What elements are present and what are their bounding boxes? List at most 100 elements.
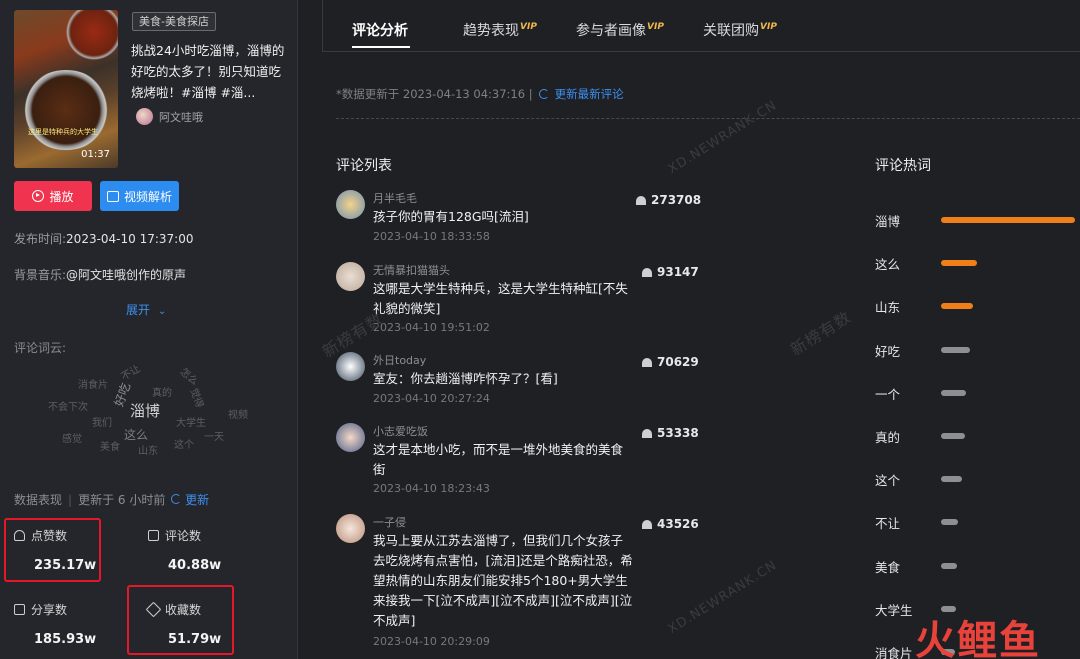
refresh-comments-link[interactable]: 更新最新评论 <box>555 86 624 102</box>
comment-list-title: 评论列表 <box>336 158 392 174</box>
category-tag: 美食-美食探店 <box>132 12 216 31</box>
hot-words-title: 评论热词 <box>875 158 931 174</box>
expand-toggle[interactable]: 展开 ⌄ <box>126 301 166 318</box>
avatar <box>336 190 365 219</box>
chevron-down-icon: ⌄ <box>157 306 167 317</box>
refresh-icon <box>538 89 549 99</box>
heart-icon <box>642 519 652 529</box>
comment-user[interactable]: 无情暴扣猫猫头 <box>373 262 450 278</box>
refresh-label: 更新 <box>185 493 210 507</box>
word-cloud: 不让 怎么 消食片 好吃 真的 不会下次 淄博 觉得 大学生 视频 我们 这么 … <box>40 360 260 460</box>
video-analyze-button[interactable]: 视频解析 <box>100 181 179 211</box>
hot-word: 美食 <box>875 559 901 575</box>
comment-text: 这哪是大学生特种兵，这是大学生特种缸[不失礼貌的微笑] <box>373 281 628 316</box>
thumbnail-caption: 这里是特种兵的大学生 <box>28 128 98 136</box>
tab-bar <box>322 0 1080 52</box>
author-name: 阿文哇哦 <box>159 110 203 124</box>
hot-word-bar <box>941 562 957 569</box>
avatar <box>336 262 365 291</box>
publish-time: 发布时间:2023-04-10 17:37:00 <box>14 230 194 247</box>
shares-stat: 分享数 185.93w <box>14 601 114 647</box>
background-music: 背景音乐:@阿文哇哦创作的原声 <box>14 266 186 283</box>
cloud-word: 大学生 <box>176 418 206 429</box>
hot-word-bar <box>941 217 1075 223</box>
video-title[interactable]: 挑战24小时吃淄博，淄博的好吃的太多了！别只知道吃烧烤啦！#淄博 #淄... <box>131 40 287 103</box>
publish-label: 发布时间: <box>14 232 67 246</box>
comment-likes: 70629 <box>642 355 699 369</box>
cloud-word: 视频 <box>228 410 248 421</box>
heart-icon <box>636 195 646 205</box>
video-info-panel: 这里是特种兵的大学生 01:37 美食-美食探店 挑战24小时吃淄博，淄博的好吃… <box>0 0 298 659</box>
tab-trend[interactable]: 趋势表现VIP <box>463 20 537 40</box>
avatar <box>336 423 365 452</box>
comment-time: 2023-04-10 20:27:24 <box>373 392 490 405</box>
food-plate-image <box>62 10 118 60</box>
tab-audience[interactable]: 参与者画像VIP <box>576 20 664 40</box>
divider: | <box>68 492 73 507</box>
wordcloud-label: 评论词云: <box>14 341 67 355</box>
refresh-icon <box>171 494 182 504</box>
comment-icon <box>148 530 159 541</box>
stats-title: 数据表现 <box>14 493 63 507</box>
watermark: XD.NEWRANK.CN <box>665 97 780 178</box>
hot-word-bar <box>941 346 970 353</box>
hot-word: 不让 <box>875 516 901 532</box>
comments-label: 评论数 <box>165 529 202 543</box>
comment-user[interactable]: 月半毛毛 <box>373 190 417 206</box>
heart-icon <box>642 357 652 367</box>
likes-count: 93147 <box>657 265 699 279</box>
comments-stat: 评论数 40.88w <box>148 527 248 573</box>
cloud-word: 怎么 <box>177 366 200 388</box>
comment-likes: 273708 <box>636 193 701 207</box>
cloud-word: 觉得 <box>187 386 205 410</box>
update-time: *数据更新于 2023-04-13 04:37:16 | <box>336 87 533 101</box>
likes-count: 43526 <box>657 517 699 531</box>
tab-comment-analysis[interactable]: 评论分析 <box>352 20 408 40</box>
tab-label: 参与者画像 <box>576 23 646 39</box>
analyze-label: 视频解析 <box>123 189 172 204</box>
comments-value: 40.88w <box>168 558 222 573</box>
tab-label: 趋势表现 <box>463 23 519 39</box>
music-label: 背景音乐: <box>14 268 67 282</box>
video-thumbnail[interactable]: 这里是特种兵的大学生 01:37 <box>14 10 118 168</box>
hot-word: 消食片 <box>875 646 913 659</box>
hot-word: 这个 <box>875 473 901 489</box>
hot-word: 好吃 <box>875 343 901 359</box>
vip-badge: VIP <box>647 22 664 33</box>
hot-word-bar <box>941 433 965 439</box>
publish-value: 2023-04-10 17:37:00 <box>66 232 194 246</box>
comment-user[interactable]: 小志爱吃饭 <box>373 423 428 439</box>
cloud-word: 感觉 <box>62 434 82 445</box>
hot-word: 淄博 <box>875 214 901 229</box>
video-duration: 01:37 <box>81 149 110 160</box>
comment-likes: 53338 <box>642 426 699 440</box>
comment-text: 我马上要从江苏去淄博了，但我们几个女孩子去吃烧烤有点害怕，[流泪]还是个路痴社恐… <box>373 533 633 628</box>
cloud-word: 消食片 <box>78 380 108 391</box>
comment-user[interactable]: 一子侵 <box>373 514 406 530</box>
hot-word-bar <box>941 303 973 310</box>
comment-text: 室友：你去趟淄博咋怀孕了？[看] <box>373 371 558 386</box>
author[interactable]: 阿文哇哦 <box>136 108 203 125</box>
heart-icon <box>642 428 652 438</box>
hot-word: 山东 <box>875 300 901 316</box>
comment-time: 2023-04-10 19:51:02 <box>373 321 490 334</box>
stats-updated: 更新于 6 小时前 <box>78 493 166 507</box>
watermark: 新榜有数 <box>786 307 855 360</box>
image-icon <box>106 190 119 202</box>
hot-word: 这么 <box>875 257 901 273</box>
refresh-button[interactable]: 更新 <box>171 491 209 508</box>
active-tab-indicator <box>352 46 410 48</box>
heart-icon <box>642 267 652 277</box>
avatar <box>336 352 365 381</box>
comment-user[interactable]: 外日today <box>373 352 426 368</box>
cloud-word: 一天 <box>204 432 224 443</box>
avatar <box>336 514 365 543</box>
shares-label: 分享数 <box>31 603 68 617</box>
hot-word-bar <box>941 476 962 483</box>
stats-header: 数据表现 | 更新于 6 小时前 更新 <box>14 491 209 508</box>
update-line: *数据更新于 2023-04-13 04:37:16 | 更新最新评论 <box>336 86 624 102</box>
vip-badge: VIP <box>760 22 777 33</box>
shares-value: 185.93w <box>34 632 97 647</box>
play-button[interactable]: 播放 <box>14 181 92 211</box>
tab-group-buy[interactable]: 关联团购VIP <box>703 20 777 40</box>
